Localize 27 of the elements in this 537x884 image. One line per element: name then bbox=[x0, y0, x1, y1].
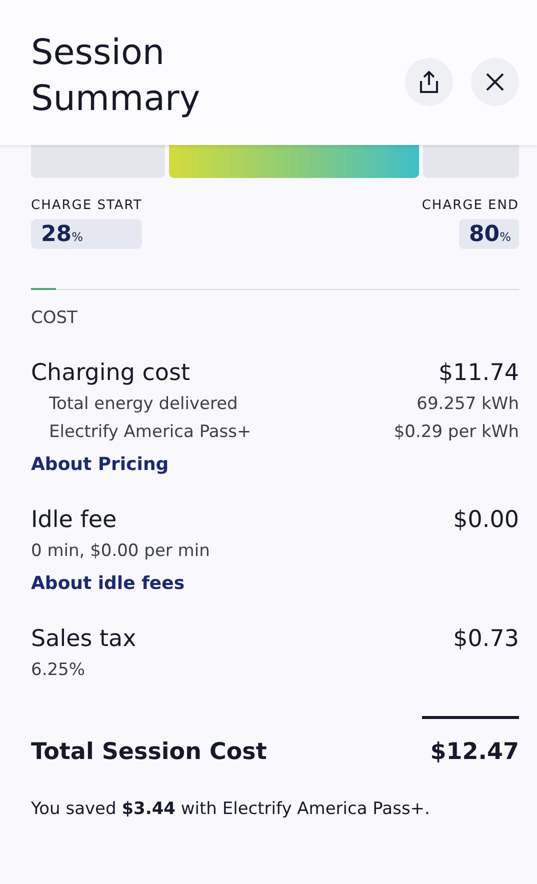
cost-label: Sales tax bbox=[31, 626, 136, 652]
savings-message: You saved $3.44 with Electrify America Pass+. bbox=[31, 799, 431, 819]
percent-chip: 28% bbox=[31, 219, 142, 249]
info-link[interactable]: About idle fees bbox=[31, 573, 185, 594]
detail-label: Total energy delivered bbox=[49, 394, 238, 414]
detail-value: 69.257 kWh bbox=[416, 394, 519, 414]
detail-label: Electrify America Pass+ bbox=[49, 422, 252, 442]
share-button[interactable] bbox=[405, 58, 453, 106]
cost-amount: $0.73 bbox=[453, 626, 519, 652]
cost-amount: $11.74 bbox=[438, 360, 519, 386]
cost-note: 0 min, $0.00 per min bbox=[31, 541, 211, 561]
share-icon bbox=[418, 70, 440, 94]
section-title: COST bbox=[31, 308, 78, 328]
close-button[interactable] bbox=[471, 58, 519, 106]
charge-start-label: CHARGE START bbox=[31, 198, 142, 213]
info-link[interactable]: About Pricing bbox=[31, 454, 169, 475]
total-label: Total Session Cost bbox=[31, 739, 267, 765]
percent-chip: 80% bbox=[458, 219, 519, 249]
cost-label: Charging cost bbox=[31, 360, 190, 386]
charge-end-label: CHARGE END bbox=[422, 198, 519, 213]
detail-value: $0.29 per kWh bbox=[394, 422, 519, 442]
cost-amount: $0.00 bbox=[453, 507, 519, 533]
total-amount: $12.47 bbox=[430, 739, 519, 765]
cost-note: 6.25% bbox=[31, 660, 86, 680]
cost-label: Idle fee bbox=[31, 507, 117, 533]
close-icon bbox=[486, 73, 504, 91]
page-title: Session Summary bbox=[31, 32, 202, 121]
